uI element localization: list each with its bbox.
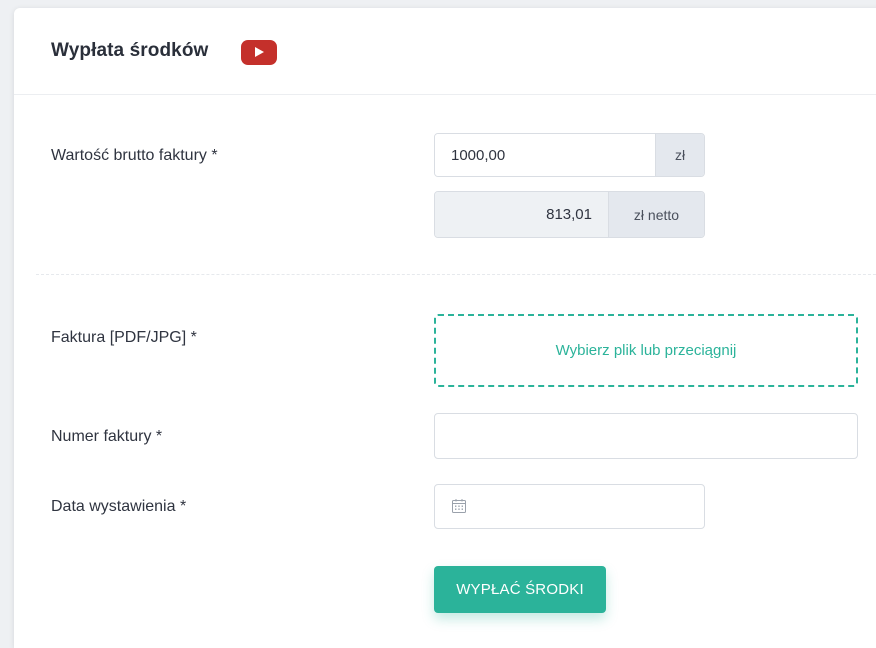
card-header: Wypłata środków	[14, 8, 876, 95]
youtube-play-icon[interactable]	[241, 40, 277, 65]
gross-amount-label: Wartość brutto faktury *	[51, 147, 218, 164]
calendar-icon	[452, 499, 466, 513]
gross-amount-unit: zł	[655, 134, 704, 176]
withdrawal-card: Wypłata środków Wartość brutto faktury *…	[14, 8, 876, 648]
dropzone-text: Wybierz plik lub przeciągnij	[555, 342, 737, 359]
invoice-file-dropzone[interactable]: Wybierz plik lub przeciągnij	[434, 314, 858, 387]
invoice-number-label: Numer faktury *	[51, 428, 163, 445]
section-divider	[36, 274, 876, 275]
net-amount-unit: zł netto	[608, 192, 704, 237]
net-amount-value: 813,01	[435, 192, 608, 237]
page-title: Wypłata środków	[51, 40, 209, 61]
gross-amount-group: 1000,00 zł	[434, 133, 705, 177]
invoice-file-label: Faktura [PDF/JPG] *	[51, 329, 197, 346]
gross-amount-input[interactable]: 1000,00	[435, 134, 655, 176]
withdraw-button[interactable]: WYPŁAĆ ŚRODKI	[434, 566, 606, 613]
net-amount-group: 813,01 zł netto	[434, 191, 705, 238]
issue-date-label: Data wystawienia *	[51, 498, 187, 515]
invoice-number-input[interactable]	[434, 413, 858, 459]
issue-date-input[interactable]	[434, 484, 705, 529]
